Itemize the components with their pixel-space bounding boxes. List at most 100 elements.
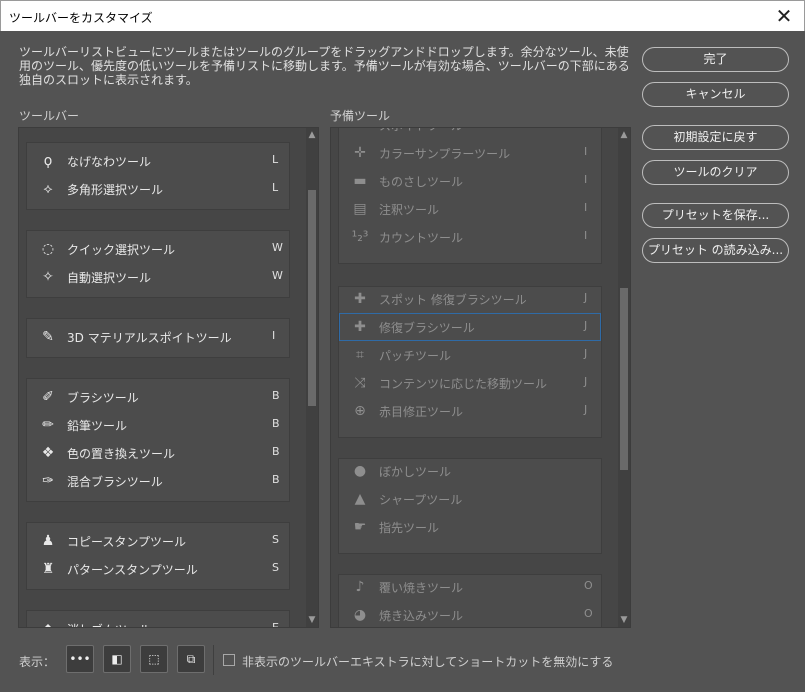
tool-name: 指先ツール [379, 521, 440, 535]
tool-name: ものさしツール [379, 175, 464, 189]
tool-group[interactable]: ♪ 覆い焼きツール O ◕ 焼き込みツール O [338, 573, 602, 627]
done-button[interactable]: 完了 [642, 47, 789, 72]
toolbar-list[interactable]: ϙ なげなわツール L ⟡ 多角形選択ツール L ◌ クイック選択ツール W ✧ 自動選択ツール W ✎… [18, 127, 319, 628]
cancel-button[interactable]: キャンセル [642, 82, 789, 107]
shortcut-key: J [584, 291, 588, 304]
shortcut-key: J [584, 319, 588, 332]
tool-item[interactable]: ✛ カラーサンプラーツール I [339, 139, 601, 167]
spot-healing-icon: ✚ [354, 291, 366, 307]
tool-name: スポット 修復ブラシツール [379, 293, 527, 307]
tool-item[interactable]: ✏ 鉛筆ツール B [27, 411, 289, 439]
tool-item[interactable]: ● ぼかしツール [339, 457, 601, 485]
tool-item[interactable]: ✐ ブラシツール B [27, 383, 289, 411]
shortcut-key: I [584, 201, 588, 214]
shortcut-key: I [584, 229, 588, 242]
close-icon[interactable]: ✕ [764, 1, 804, 32]
reset-defaults-button[interactable]: 初期設定に戻す [642, 125, 789, 150]
brush-icon: ✐ [42, 389, 54, 405]
tool-name: ブラシツール [67, 391, 139, 405]
toolbar-scrollbar[interactable]: ▲ ▼ [306, 128, 318, 627]
tool-item[interactable]: ✎ 3D マテリアルスポイトツール I [27, 323, 289, 351]
tool-name: ぼかしツール [379, 465, 452, 479]
tool-item[interactable]: ▬ ものさしツール I [339, 167, 601, 195]
scroll-up-icon[interactable]: ▲ [306, 130, 318, 140]
more-icon[interactable]: ••• [66, 645, 94, 673]
load-preset-button[interactable]: プリセット の読み込み... [642, 238, 789, 263]
tool-group[interactable]: ✚ スポット 修復ブラシツール J ✚ 修復ブラシツール J ⌗ パッチツール J ⤨ コンテンツに… [338, 286, 602, 438]
tool-item[interactable]: ♪ 覆い焼きツール O [339, 573, 601, 601]
disable-shortcuts-label: 非表示のツールバーエキストラに対してショートカットを無効にする [242, 655, 614, 669]
tool-group[interactable]: ♟ コピースタンプツール S ♜ パターンスタンプツール S [26, 522, 290, 590]
tool-item[interactable]: ⟡ 多角形選択ツール L [27, 175, 289, 203]
tool-item[interactable]: ♟ コピースタンプツール S [27, 527, 289, 555]
tool-item[interactable]: ϙ なげなわツール L [27, 147, 289, 175]
tool-group[interactable]: ✎ 3D マテリアルスポイトツール I [26, 318, 290, 358]
tool-item[interactable]: ✧ 自動選択ツール W [27, 263, 289, 291]
toolbar-scroll-thumb[interactable] [308, 190, 316, 406]
window-title: ツールバーをカスタマイズ [9, 11, 153, 25]
reserve-list[interactable]: ✎スポイトツールI✛カラーサンプラーツールI▬ものさしツールI▤注釈ツールI¹₂… [330, 127, 631, 628]
swatch-icon[interactable]: ◧ [103, 645, 131, 673]
quick-select-icon: ◌ [41, 241, 55, 257]
shortcut-key: B [272, 389, 280, 402]
tool-item[interactable]: ▲ シャープツール [339, 485, 601, 513]
tool-group[interactable]: ● ぼかしツール ▲ シャープツール ☛ 指先ツール [338, 458, 602, 554]
smudge-icon: ☛ [353, 519, 367, 535]
tool-item[interactable]: ⌗ パッチツール J [339, 341, 601, 369]
tool-group[interactable]: ϙ なげなわツール L ⟡ 多角形選択ツール L [26, 142, 290, 210]
pencil-icon: ✏ [42, 417, 54, 433]
healing-brush-icon: ✚ [354, 319, 366, 335]
tool-item[interactable]: ⊕ 赤目修正ツール J [339, 397, 601, 425]
reserve-scrollbar[interactable]: ▲ ▼ [618, 128, 630, 627]
tool-item[interactable]: ¹₂³ カウントツール I [339, 223, 601, 251]
footer-divider [213, 645, 214, 675]
tool-name: 鉛筆ツール [67, 419, 128, 433]
tool-item[interactable]: ◆ 消しゴムツール E [27, 615, 289, 627]
tool-item[interactable]: ✑ 混合ブラシツール B [27, 467, 289, 495]
blur-icon: ● [353, 463, 367, 479]
reserve-scroll-thumb[interactable] [620, 288, 628, 470]
shortcut-key: J [584, 347, 588, 360]
tool-item[interactable]: ♜ パターンスタンプツール S [27, 555, 289, 583]
shortcut-key: I [272, 329, 276, 342]
3d-eyedropper-icon: ✎ [42, 329, 54, 345]
tool-item[interactable]: ▤ 注釈ツール I [339, 195, 601, 223]
shortcut-key: W [272, 269, 283, 282]
note-icon: ▤ [353, 201, 367, 217]
disable-shortcuts-checkbox[interactable] [223, 654, 235, 666]
tool-name: 焼き込みツール [379, 609, 464, 623]
tool-group[interactable]: ◌ クイック選択ツール W ✧ 自動選択ツール W [26, 230, 290, 298]
scroll-up-icon[interactable]: ▲ [618, 130, 630, 140]
title-bar: ツールバーをカスタマイズ ✕ [0, 0, 805, 31]
shortcut-key: J [584, 403, 588, 416]
tool-name: 赤目修正ツール [379, 405, 464, 419]
quick-mask-icon[interactable]: ⬚ [140, 645, 168, 673]
count-icon: ¹₂³ [351, 229, 369, 245]
tool-group[interactable]: ◆ 消しゴムツール E [26, 610, 290, 627]
pattern-stamp-icon: ♜ [41, 561, 55, 577]
color-replace-icon: ❖ [41, 445, 55, 461]
eyedropper-icon: ✎ [351, 128, 369, 134]
scroll-down-icon[interactable]: ▼ [618, 615, 630, 625]
tool-item[interactable]: ✎ スポイトツール I [339, 128, 601, 139]
tool-name: 注釈ツール [379, 203, 440, 217]
shortcut-key: S [272, 533, 279, 546]
toolbar-label: ツールバー [19, 109, 80, 123]
tool-item[interactable]: ❖ 色の置き換えツール B [27, 439, 289, 467]
scroll-down-icon[interactable]: ▼ [306, 615, 318, 625]
save-preset-button[interactable]: プリセットを保存... [642, 203, 789, 228]
tool-item[interactable]: ◌ クイック選択ツール W [27, 235, 289, 263]
tool-item[interactable]: ✚ スポット 修復ブラシツール J [339, 285, 601, 313]
screen-mode-icon[interactable]: ⧉ [177, 645, 205, 673]
tool-item[interactable]: ☛ 指先ツール [339, 513, 601, 541]
content-aware-move-icon: ⤨ [354, 375, 366, 391]
tool-item[interactable]: ⤨ コンテンツに応じた移動ツール J [339, 369, 601, 397]
tool-item[interactable]: ◕ 焼き込みツール O [339, 601, 601, 627]
tool-item[interactable]: ✚ 修復ブラシツール J [339, 313, 601, 341]
tool-group[interactable]: ✎スポイトツールI✛カラーサンプラーツールI▬ものさしツールI▤注釈ツールI¹₂… [338, 128, 602, 264]
clone-stamp-icon: ♟ [41, 533, 55, 549]
tool-group[interactable]: ✐ ブラシツール B ✏ 鉛筆ツール B ❖ 色の置き換えツール B ✑ 混合ブラシツール B [26, 378, 290, 502]
tool-name: コンテンツに応じた移動ツール [379, 377, 548, 391]
ruler-icon: ▬ [353, 173, 367, 189]
clear-tools-button[interactable]: ツールのクリア [642, 160, 789, 185]
